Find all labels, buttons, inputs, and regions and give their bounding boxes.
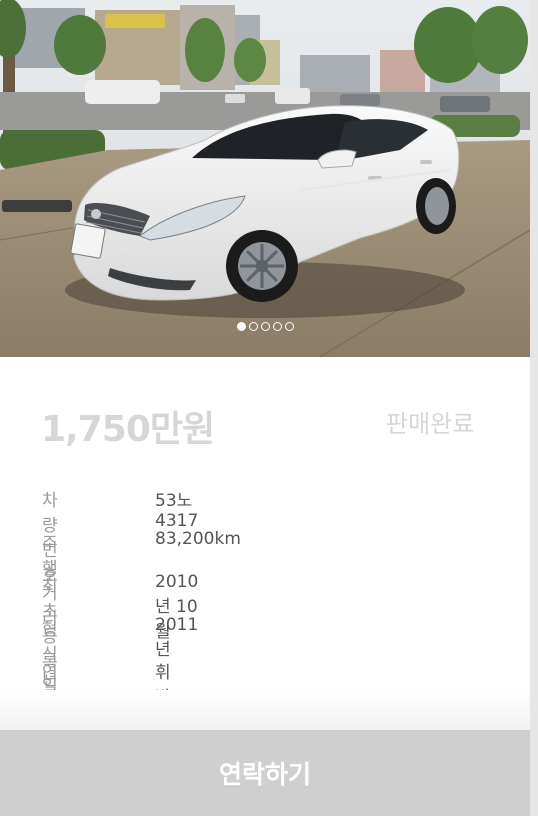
carousel-dot[interactable] — [248, 322, 258, 331]
carousel-dot[interactable] — [284, 322, 294, 331]
car-photo — [0, 0, 530, 357]
sold-status: 판매완료 — [386, 410, 475, 438]
price: 1,750만원 — [41, 409, 215, 450]
bottom-fade — [0, 690, 530, 730]
spec-value: 2011년 — [155, 615, 199, 660]
carousel-dot[interactable] — [260, 322, 270, 331]
listing-screen: 1,750만원 판매완료 차량번호 53노4317 주행거리 83,200km … — [0, 0, 538, 816]
carousel-indicator — [0, 322, 530, 331]
spec-value: 53노4317 — [155, 491, 199, 531]
spec-value: 83,200km — [155, 529, 241, 549]
carousel-dot[interactable] — [236, 322, 246, 331]
contact-button[interactable]: 연락하기 — [0, 730, 530, 816]
scrollbar-track — [530, 0, 538, 816]
carousel-dot[interactable] — [272, 322, 282, 331]
car-photo-carousel[interactable] — [0, 0, 530, 357]
